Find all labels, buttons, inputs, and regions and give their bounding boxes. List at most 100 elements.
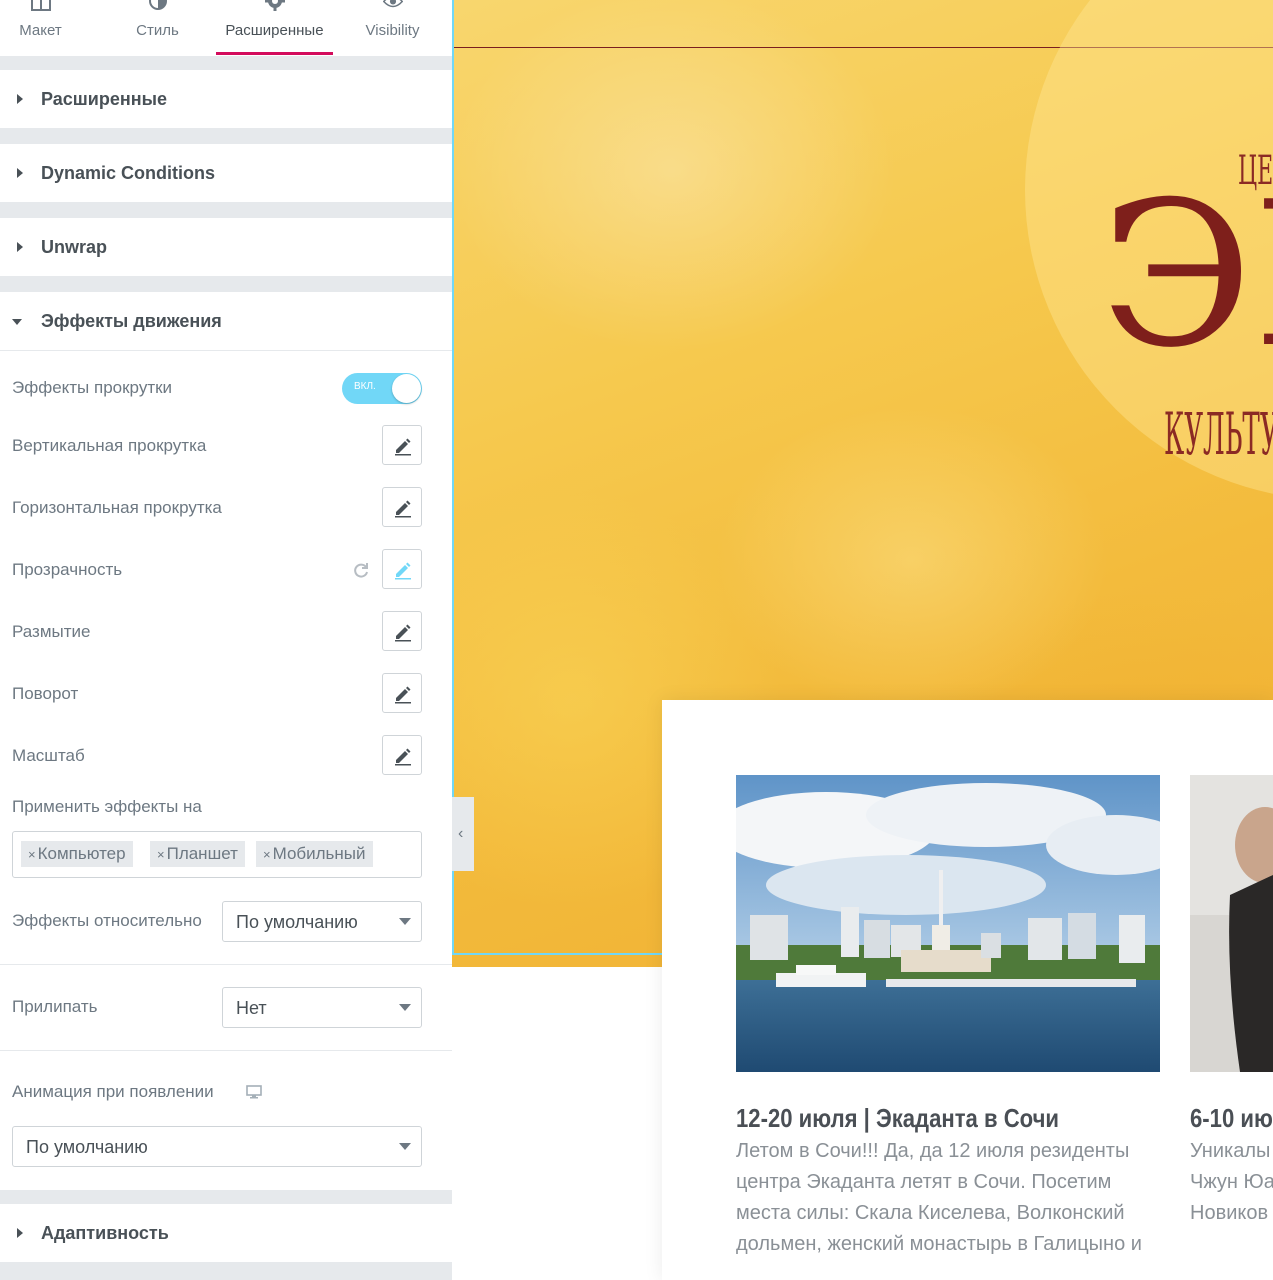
event-description: Летом в Сочи!!! Да, да 12 июля резиденты… <box>736 1136 1142 1260</box>
pencil-icon <box>395 438 411 456</box>
layout-icon <box>30 0 51 11</box>
event-image-portrait[interactable] <box>1190 775 1273 1072</box>
description-line: центра Экаданта летят в Сочи. Посетим <box>736 1171 1112 1193</box>
tab-label: Visibility <box>365 22 420 39</box>
description-line: дольмен, женский монастырь в Галицыно и <box>736 1233 1142 1255</box>
tab-advanced[interactable]: Расширенные <box>216 0 333 56</box>
description-line: Летом в Сочи!!! Да, да 12 июля резиденты <box>736 1140 1130 1162</box>
horizontal-scroll-edit-button[interactable] <box>382 487 422 527</box>
divider <box>0 1050 452 1051</box>
pencil-icon <box>395 624 411 642</box>
effects-relative-label: Эффекты относительно <box>12 911 202 930</box>
dropdown-arrow-icon <box>399 1004 411 1011</box>
sticky-select[interactable]: Нет <box>222 987 422 1028</box>
pencil-icon <box>395 686 411 704</box>
caret-right-icon <box>17 242 23 252</box>
pencil-icon <box>395 562 411 580</box>
sticky-label: Прилипать <box>12 997 98 1016</box>
section-motion-effects[interactable]: Эффекты движения <box>0 292 452 351</box>
section-title: Эффекты движения <box>41 311 222 331</box>
vertical-scroll-edit-button[interactable] <box>382 425 422 465</box>
tag-desktop: × Компьютер <box>21 841 133 867</box>
blur-label: Размытие <box>12 622 91 641</box>
transparency-label: Прозрачность <box>12 560 123 579</box>
caret-down-icon <box>12 319 22 325</box>
editor-panel: Макет Стиль Расширенные Visibility Расши… <box>0 0 452 1280</box>
page-preview: ЦЕ ЭК КУЛЬТУР ‹ <box>452 0 1273 1280</box>
section-unwrap[interactable]: Unwrap <box>0 218 452 276</box>
section-advanced[interactable]: Расширенные <box>0 70 452 128</box>
tab-label: Макет <box>19 22 62 39</box>
description-line: Чжун Юа <box>1190 1171 1273 1193</box>
select-value: По умолчанию <box>26 1137 148 1157</box>
toggle-text: ВКЛ. <box>354 381 376 392</box>
rotate-label: Поворот <box>12 684 79 703</box>
scale-edit-button[interactable] <box>382 735 422 775</box>
divider <box>0 964 452 965</box>
description-line: Новиков <box>1190 1202 1269 1224</box>
chevron-left-icon: ‹ <box>458 825 464 842</box>
remove-tag-icon[interactable]: × <box>263 847 271 862</box>
transparency-edit-button[interactable] <box>382 549 422 589</box>
tab-layout[interactable]: Макет <box>0 0 99 56</box>
blur-edit-button[interactable] <box>382 611 422 651</box>
tab-label: Расширенные <box>225 22 324 39</box>
eye-icon <box>382 0 403 8</box>
toggle-knob <box>392 374 421 403</box>
collapse-panel-button[interactable]: ‹ <box>452 797 474 871</box>
devices-multiselect[interactable]: × Компьютер × Планшет × Мобильный <box>12 831 422 878</box>
effects-relative-select[interactable]: По умолчанию <box>222 901 422 942</box>
tag-label: Планшет <box>166 844 238 863</box>
vertical-scroll-label: Вертикальная прокрутка <box>12 436 207 455</box>
event-title[interactable]: 12-20 июля | Экаданта в Сочи <box>736 1103 1059 1134</box>
tab-label: Стиль <box>136 22 179 39</box>
desktop-icon[interactable] <box>246 1085 262 1099</box>
hero-subtitle: КУЛЬТУР <box>1164 400 1273 468</box>
event-image-sochi[interactable] <box>736 775 1160 1072</box>
remove-tag-icon[interactable]: × <box>28 847 36 862</box>
tab-style[interactable]: Стиль <box>99 0 216 56</box>
event-description: Уникалы Чжун Юа Новиков <box>1190 1136 1273 1229</box>
portrait-photo <box>1190 775 1273 1072</box>
event-title[interactable]: 6-10 ию <box>1190 1103 1273 1134</box>
section-title: Адаптивность <box>41 1223 169 1243</box>
hero-title: ЭК <box>1100 159 1273 392</box>
section-title: Расширенные <box>41 89 167 109</box>
motion-effects-body: Эффекты прокрутки ВКЛ. Вертикальная прок… <box>0 351 452 1190</box>
gear-icon <box>264 0 285 11</box>
entrance-animation-label: Анимация при появлении <box>12 1082 214 1101</box>
scroll-effects-toggle[interactable]: ВКЛ. <box>342 373 422 404</box>
caret-right-icon <box>17 94 23 104</box>
section-responsive[interactable]: Адаптивность <box>0 1204 452 1262</box>
description-line: Уникалы <box>1190 1140 1271 1162</box>
contrast-icon <box>148 0 167 10</box>
horizontal-scroll-label: Горизонтальная прокрутка <box>12 498 222 517</box>
rotate-edit-button[interactable] <box>382 673 422 713</box>
tag-label: Мобильный <box>272 844 366 863</box>
tag-label: Компьютер <box>37 844 126 863</box>
dropdown-arrow-icon <box>399 918 411 925</box>
sochi-port-photo <box>736 775 1160 1072</box>
remove-tag-icon[interactable]: × <box>157 847 165 862</box>
panel-tabs: Макет Стиль Расширенные Visibility <box>0 0 452 56</box>
section-dynamic-conditions[interactable]: Dynamic Conditions <box>0 144 452 202</box>
select-value: По умолчанию <box>236 912 358 932</box>
tag-tablet: × Планшет <box>150 841 245 867</box>
select-value: Нет <box>236 998 267 1018</box>
caret-right-icon <box>17 1228 23 1238</box>
apply-effects-label: Применить эффекты на <box>12 797 202 816</box>
entrance-animation-select[interactable]: По умолчанию <box>12 1126 422 1167</box>
events-section: 12-20 июля | Экаданта в Сочи Летом в Соч… <box>662 700 1273 1280</box>
caret-right-icon <box>17 168 23 178</box>
reset-icon[interactable] <box>352 561 370 579</box>
tag-mobile: × Мобильный <box>256 841 373 867</box>
scale-label: Масштаб <box>12 746 85 765</box>
pencil-icon <box>395 748 411 766</box>
tab-visibility[interactable]: Visibility <box>334 0 451 56</box>
section-title: Dynamic Conditions <box>41 163 216 183</box>
pencil-icon <box>395 500 411 518</box>
dropdown-arrow-icon <box>399 1143 411 1150</box>
scroll-effects-label: Эффекты прокрутки <box>12 378 173 397</box>
description-line: места силы: Скала Киселева, Волконский <box>736 1202 1125 1224</box>
section-title: Unwrap <box>41 237 108 257</box>
